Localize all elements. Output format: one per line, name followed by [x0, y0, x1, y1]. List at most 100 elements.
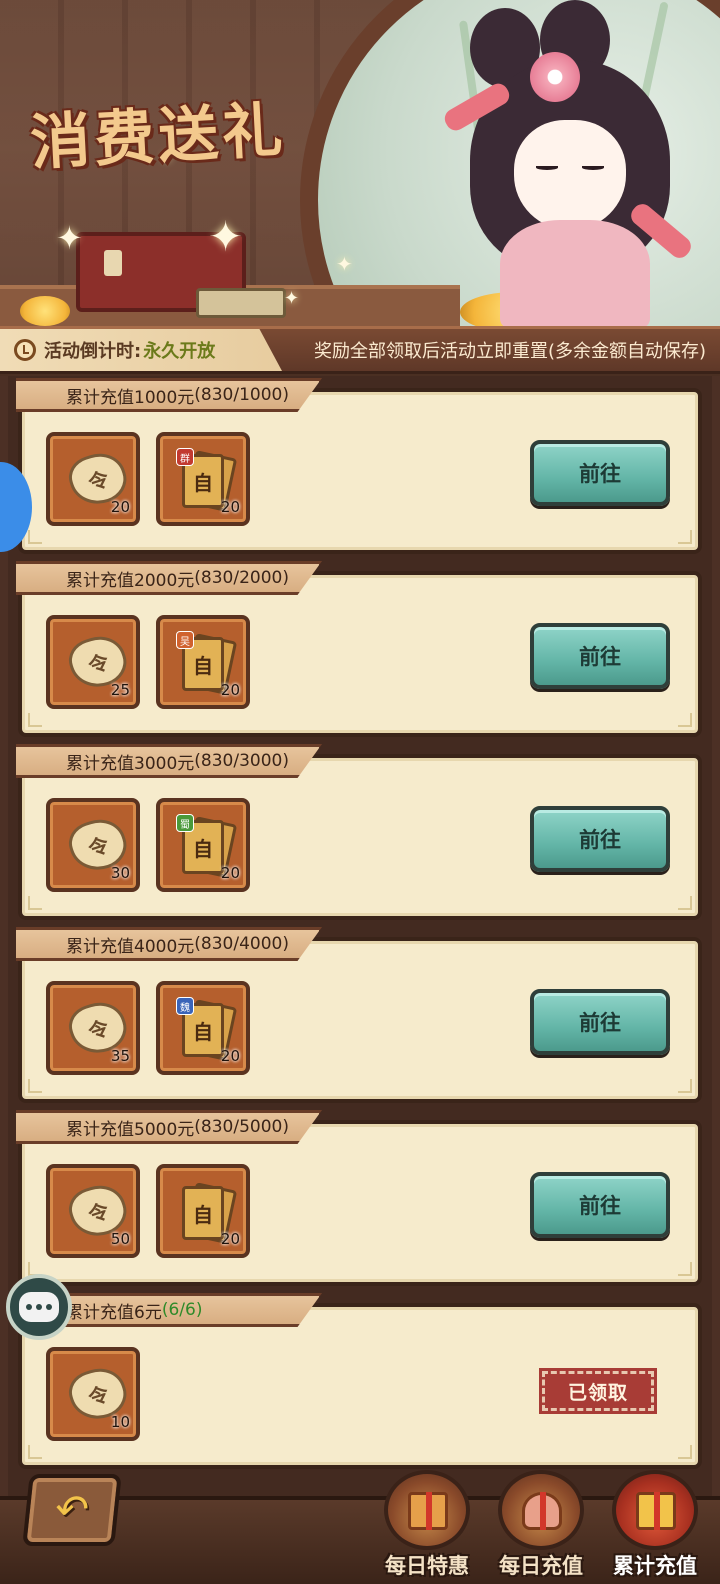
flower-icon — [530, 52, 580, 102]
countdown: 活动倒计时: 永久开放 — [0, 329, 282, 371]
gift-icon — [636, 1492, 676, 1530]
task-progress: (830/4000) — [194, 934, 289, 954]
character-face — [514, 120, 626, 230]
reward-item[interactable]: 令 10 — [46, 1347, 140, 1441]
reward-item[interactable]: 令 35 — [46, 981, 140, 1075]
task-title-text: 累计充值1000元 — [66, 387, 195, 408]
reward-item[interactable]: 令 30 — [46, 798, 140, 892]
task-title: 累计充值1000元 (830/1000) — [16, 378, 322, 412]
task-title-text: 累计充值5000元 — [66, 1119, 195, 1140]
go-button[interactable]: 前往 — [530, 806, 670, 872]
card-corner — [28, 713, 42, 727]
card-corner — [678, 713, 692, 727]
reward-list: 令 20 自 群 20 — [46, 432, 250, 526]
reward-item[interactable]: 自 蜀 20 — [156, 798, 250, 892]
reward-count: 20 — [220, 498, 240, 516]
gift-icon — [408, 1492, 448, 1530]
chat-dot — [26, 1304, 32, 1310]
task-list[interactable]: 累计充值1000元 (830/1000) 令 20 自 群 20 前往 累计充值2… — [0, 376, 720, 1496]
lucky-bag-icon — [498, 1470, 584, 1550]
sparkle-icon: ✦ — [336, 252, 353, 276]
character-eye — [582, 165, 604, 170]
reward-count: 20 — [220, 681, 240, 699]
tab-label: 每日充值 — [499, 1554, 583, 1578]
task-title: 累计充值3000元 (830/3000) — [16, 744, 322, 778]
reward-list: 令 10 — [46, 1347, 140, 1441]
treasure-chest-icon — [612, 1470, 698, 1550]
reward-item[interactable]: 自 群 20 — [156, 432, 250, 526]
character-illustration — [430, 0, 710, 330]
reward-item[interactable]: 令 25 — [46, 615, 140, 709]
countdown-label: 活动倒计时: — [44, 341, 142, 362]
reward-count: 35 — [110, 1047, 130, 1065]
reward-list: 令 30 自 蜀 20 — [46, 798, 250, 892]
tab-label: 每日特惠 — [385, 1554, 469, 1578]
tab-daily-deals[interactable]: 每日特惠 — [372, 1470, 482, 1584]
task-title-text: 累计充值4000元 — [66, 936, 195, 957]
reward-count: 20 — [110, 498, 130, 516]
reward-count: 20 — [220, 864, 240, 882]
faction-tag: 蜀 — [176, 814, 194, 832]
reward-count: 50 — [110, 1230, 130, 1248]
back-button[interactable]: ↶ — [22, 1474, 122, 1546]
card-corner — [678, 896, 692, 910]
sparkle-icon: ✦ — [56, 219, 83, 257]
task-progress: (830/3000) — [194, 751, 289, 771]
card-corner — [28, 1079, 42, 1093]
task-progress: (830/2000) — [194, 568, 289, 588]
clock-icon — [14, 339, 36, 361]
reward-count: 25 — [110, 681, 130, 699]
card-corner — [678, 1079, 692, 1093]
task-title: 累计充值4000元 (830/4000) — [16, 927, 322, 961]
tab-label: 累计充值 — [613, 1554, 697, 1578]
character-eye — [536, 165, 558, 170]
card-corner — [28, 896, 42, 910]
reward-list: 令 25 自 吴 20 — [46, 615, 250, 709]
reward-item[interactable]: 自 吴 20 — [156, 615, 250, 709]
task-card: 累计充值5000元 (830/5000) 令 50 自 20 前往 — [16, 1110, 702, 1286]
task-progress: (830/1000) — [194, 385, 289, 405]
reward-count: 30 — [110, 864, 130, 882]
task-title-text: 累计充值3000元 — [66, 753, 195, 774]
task-title: 累计充值5000元 (830/5000) — [16, 1110, 322, 1144]
reward-item[interactable]: 自 魏 20 — [156, 981, 250, 1075]
reward-list: 令 35 自 魏 20 — [46, 981, 250, 1075]
sparkle-icon: ✦ — [208, 212, 244, 261]
reward-count: 20 — [220, 1047, 240, 1065]
reward-count: 20 — [220, 1230, 240, 1248]
task-card: 累计充值4000元 (830/4000) 令 35 自 魏 20 前往 — [16, 927, 702, 1103]
faction-tag: 吴 — [176, 631, 194, 649]
card-corner — [28, 1445, 42, 1459]
card-corner — [678, 1262, 692, 1276]
sparkle-icon: ✦ — [284, 288, 300, 309]
character-body — [500, 220, 650, 330]
faction-tag: 魏 — [176, 997, 194, 1015]
reward-item[interactable]: 令 50 — [46, 1164, 140, 1258]
event-title: 消费送礼 — [28, 95, 288, 179]
reward-list: 令 50 自 20 — [46, 1164, 250, 1258]
chat-button[interactable] — [6, 1274, 72, 1340]
go-button[interactable]: 前往 — [530, 623, 670, 689]
reward-count: 10 — [110, 1413, 130, 1431]
tab-daily-recharge[interactable]: 每日充值 — [486, 1470, 596, 1584]
event-banner: ✦ ✦ ✦ ✦ ✦ 消费送礼 — [0, 0, 720, 330]
task-title-text: 累计充值2000元 — [66, 570, 195, 591]
gift-box-icon — [384, 1470, 470, 1550]
task-title: 累计充值2000元 (830/2000) — [16, 561, 322, 595]
reward-item[interactable]: 自 20 — [156, 1164, 250, 1258]
claimed-stamp: 已领取 — [539, 1368, 657, 1414]
books-icon — [196, 288, 286, 318]
go-button[interactable]: 前往 — [530, 440, 670, 506]
go-button[interactable]: 前往 — [530, 989, 670, 1055]
reward-item[interactable]: 令 20 — [46, 432, 140, 526]
chat-dot — [36, 1304, 42, 1310]
chat-bubble-icon — [19, 1292, 59, 1322]
tab-cumulative-recharge[interactable]: 累计充值 — [600, 1470, 710, 1584]
card-corner — [678, 530, 692, 544]
task-progress: (6/6) — [161, 1300, 203, 1320]
task-card: 累计充值2000元 (830/2000) 令 25 自 吴 20 前往 — [16, 561, 702, 737]
countdown-value: 永久开放 — [143, 341, 216, 362]
go-button[interactable]: 前往 — [530, 1172, 670, 1238]
task-card: 累计充值3000元 (830/3000) 令 30 自 蜀 20 前往 — [16, 744, 702, 920]
gold-ingot-icon — [20, 296, 70, 326]
